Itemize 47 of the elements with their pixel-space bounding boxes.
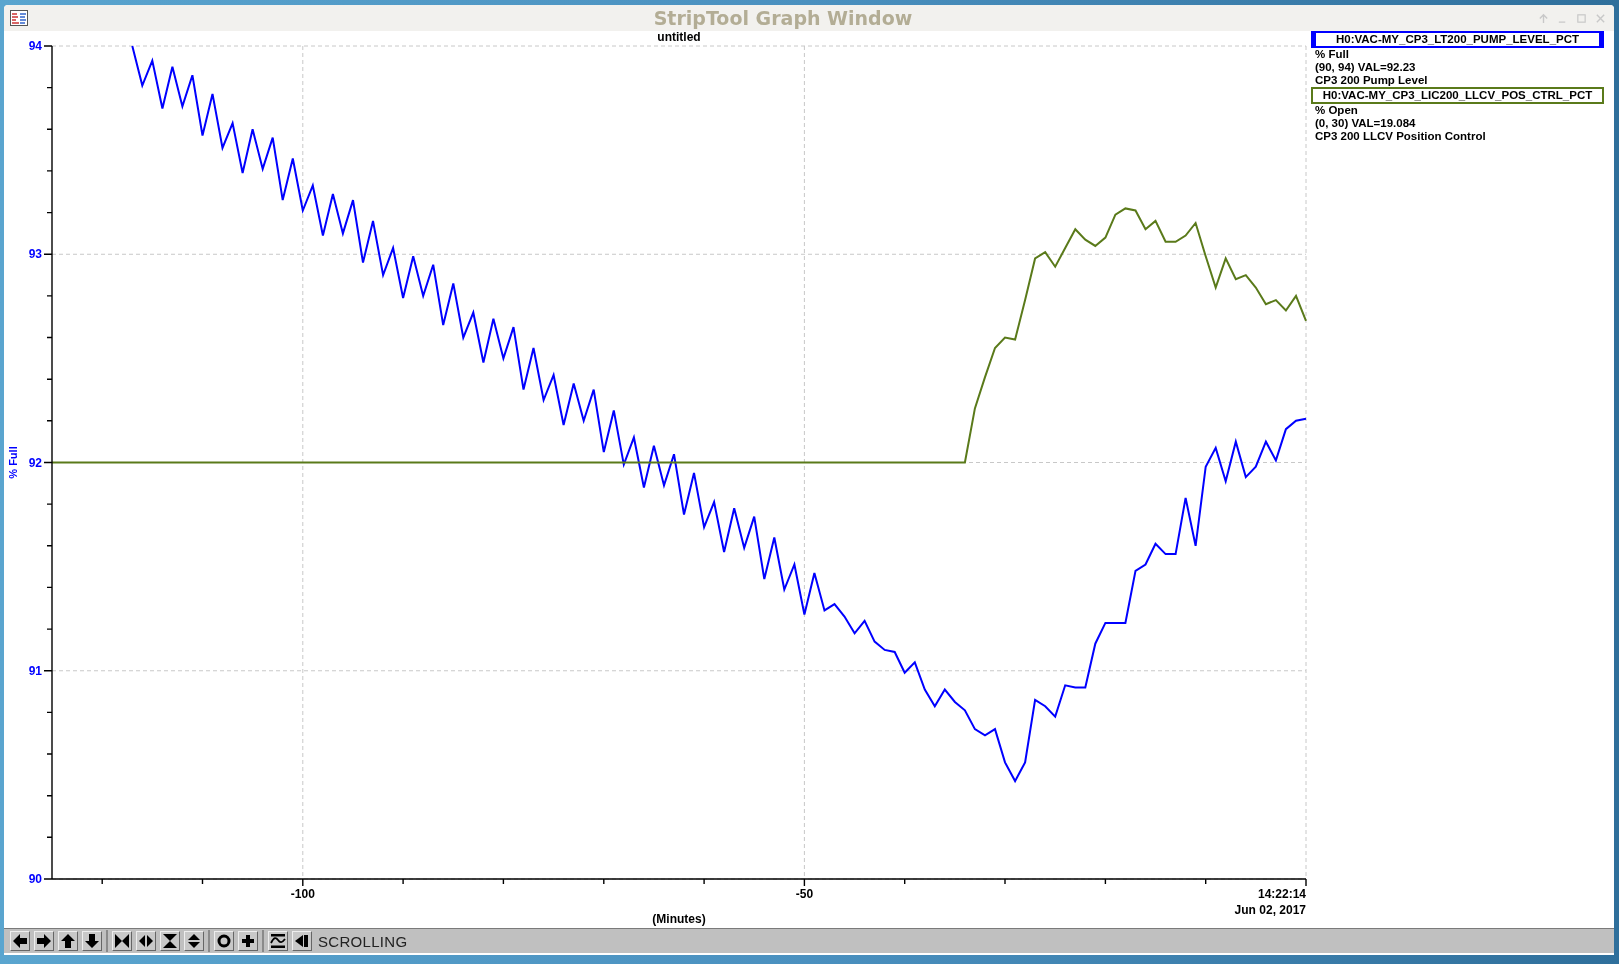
legend-units: % Open — [1314, 104, 1358, 117]
up-down-triangles-icon — [186, 933, 202, 949]
x-tick-label: -50 — [795, 887, 814, 901]
date-label: Jun 02, 2017 — [1234, 903, 1306, 917]
pan-up-button[interactable] — [58, 931, 78, 951]
ring-icon — [216, 933, 232, 949]
add-button[interactable] — [238, 931, 258, 951]
chart-title: untitled — [657, 31, 701, 44]
legend-range: (0, 30) VAL=19.084 — [1314, 117, 1416, 130]
legend-trace-name[interactable]: H0:VAC-MY_CP3_LT200_PUMP_LEVEL_PCT — [1311, 31, 1604, 48]
mode-label: SCROLLING — [317, 932, 408, 950]
zoom-in-vertical-button[interactable] — [160, 931, 180, 951]
legend-range: (90, 94) VAL=92.23 — [1314, 61, 1416, 74]
zoom-out-vertical-button[interactable] — [184, 931, 204, 951]
zoom-out-horizontal-button[interactable] — [136, 931, 156, 951]
left-arrow-icon — [12, 933, 28, 949]
y-tick-label: 91 — [28, 663, 42, 678]
inward-triangles-icon — [114, 933, 130, 949]
plus-icon — [240, 933, 256, 949]
x-axis-label: (Minutes) — [652, 912, 706, 926]
arrow-to-bar-icon — [294, 933, 310, 949]
y-tick-label: 93 — [28, 247, 42, 262]
time-label: 14:22:14 — [1257, 887, 1306, 901]
up-arrow-icon — [60, 933, 76, 949]
auto-scale-button[interactable] — [268, 931, 288, 951]
legend-trace-name[interactable]: H0:VAC-MY_CP3_LIC200_LLCV_POS_CTRL_PCT — [1311, 87, 1604, 104]
wave-box-icon — [270, 933, 286, 949]
y-axis-label: % Full — [7, 446, 19, 479]
down-arrow-icon — [84, 933, 100, 949]
outward-triangles-icon — [138, 933, 154, 949]
hourglass-icon — [162, 933, 178, 949]
y-tick-label: 90 — [28, 872, 42, 886]
legend-description: CP3 200 LLCV Position Control — [1314, 130, 1486, 143]
scroll-button[interactable] — [292, 931, 312, 951]
app-icon[interactable] — [10, 10, 28, 26]
legend-units: % Full — [1314, 48, 1349, 61]
right-arrow-icon — [36, 933, 52, 949]
pan-right-button[interactable] — [34, 931, 54, 951]
window-title: StripTool Graph Window — [652, 7, 914, 29]
pan-down-button[interactable] — [82, 931, 102, 951]
y-tick-label: 92 — [28, 455, 42, 470]
zoom-in-horizontal-button[interactable] — [112, 931, 132, 951]
legend-description: CP3 200 Pump Level — [1314, 74, 1428, 87]
x-tick-label: -100 — [290, 887, 315, 901]
pan-left-button[interactable] — [10, 931, 30, 951]
reset-button[interactable] — [214, 931, 234, 951]
y-tick-label: 94 — [28, 39, 42, 53]
